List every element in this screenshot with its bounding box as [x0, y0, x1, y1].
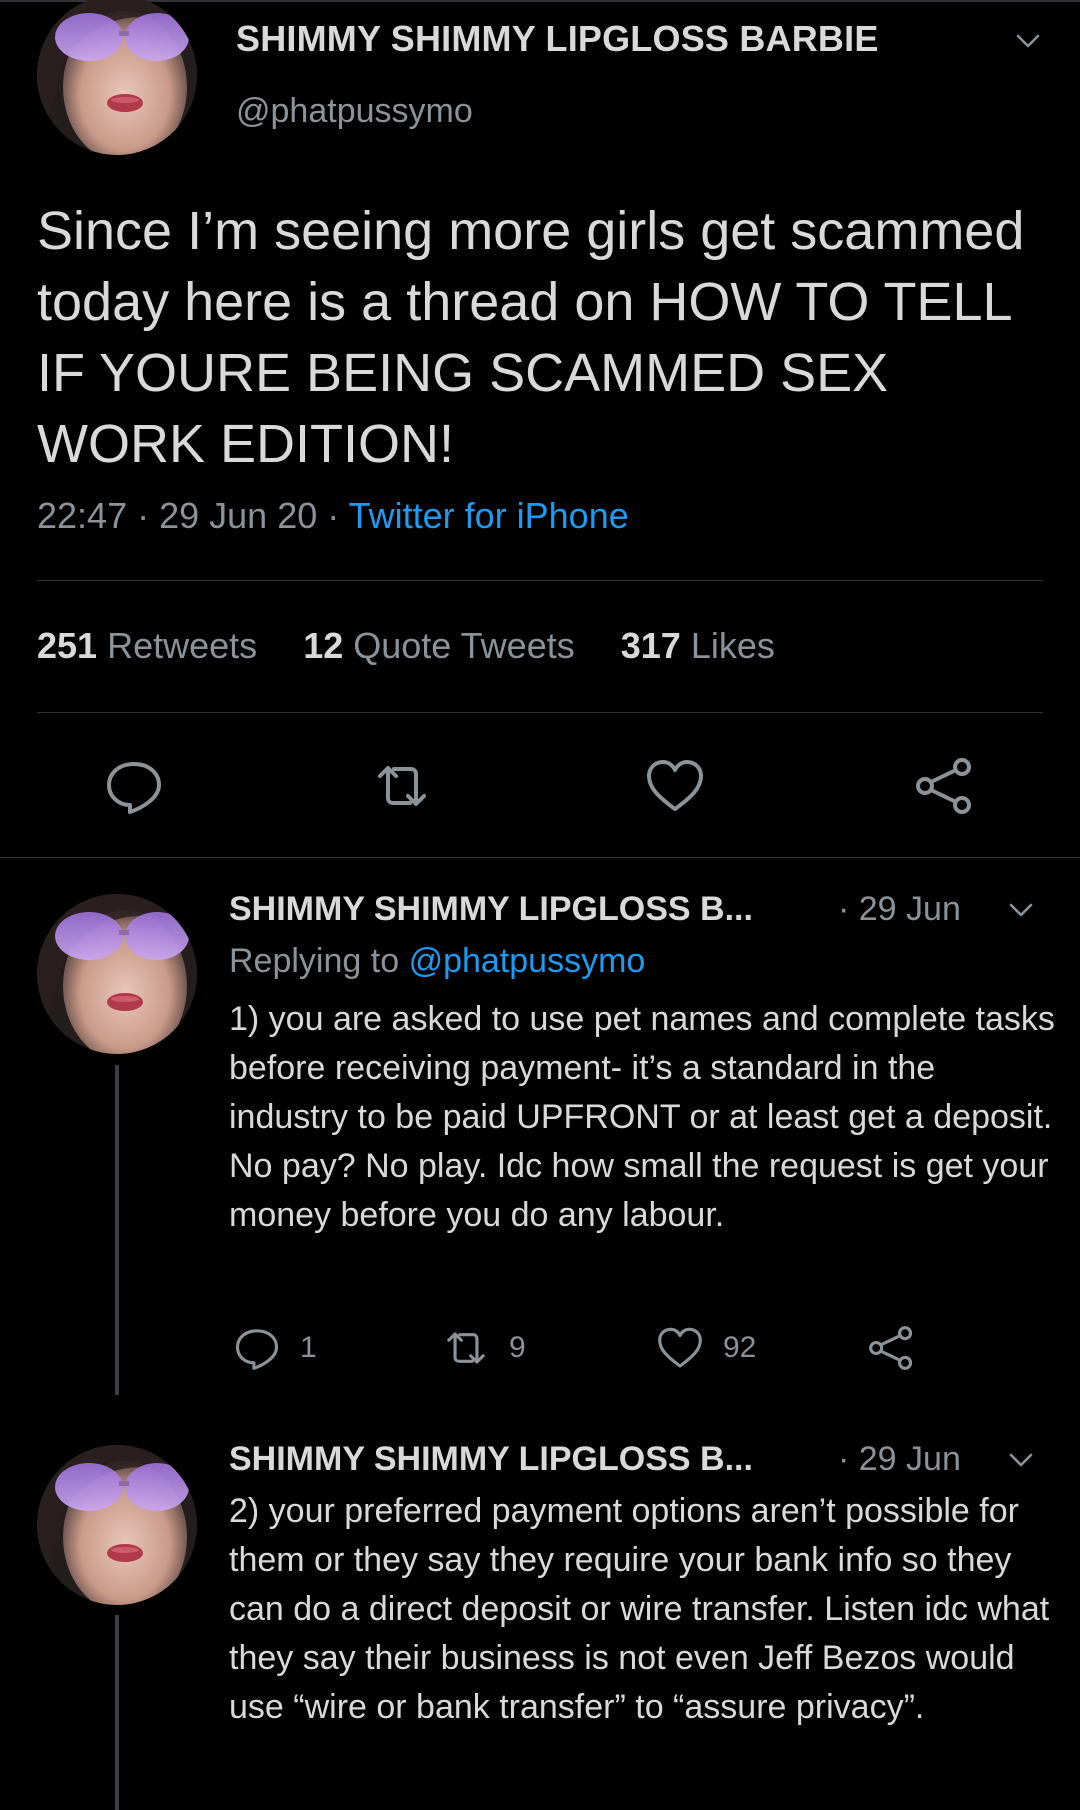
tweet-date[interactable]: · 29 Jun: [838, 1440, 961, 1479]
tweet-thread-page: SHIMMY SHIMMY LIPGLOSS BARBIE @phatpussy…: [0, 0, 1080, 1810]
tweet-time: 22:47: [37, 495, 128, 536]
avatar[interactable]: [37, 894, 197, 1054]
display-name[interactable]: SHIMMY SHIMMY LIPGLOSS B...: [229, 1440, 753, 1479]
retweets-label: Retweets: [107, 625, 258, 666]
quotes-label: Quote Tweets: [353, 625, 575, 666]
tweet-date[interactable]: · 29 Jun: [838, 890, 961, 929]
retweet-count: 9: [509, 1331, 526, 1364]
main-tweet[interactable]: SHIMMY SHIMMY LIPGLOSS BARBIE @phatpussy…: [0, 0, 1080, 857]
replying-prefix: Replying to: [229, 942, 400, 980]
share-icon[interactable]: [912, 754, 976, 818]
reply-text: 2) your preferred payment options aren’t…: [229, 1492, 1050, 1726]
handle[interactable]: @phatpussymo: [236, 92, 473, 131]
avatar[interactable]: [37, 1445, 197, 1605]
heart-icon[interactable]: [655, 1323, 705, 1373]
reply-count: 1: [300, 1331, 317, 1364]
quote-tweets-stat[interactable]: 12 Quote Tweets: [303, 625, 575, 666]
like-count: 92: [723, 1331, 757, 1364]
chevron-down-icon[interactable]: [1013, 26, 1043, 56]
chevron-down-icon[interactable]: [1006, 1445, 1036, 1475]
replying-handle-link[interactable]: @phatpussymo: [409, 942, 646, 980]
like-action[interactable]: 92: [655, 1323, 756, 1373]
tweet-date: 29 Jun 20: [159, 495, 318, 536]
divider: [37, 712, 1043, 713]
retweet-icon[interactable]: [441, 1323, 491, 1373]
reply-icon[interactable]: [102, 754, 166, 818]
display-name[interactable]: SHIMMY SHIMMY LIPGLOSS BARBIE: [236, 18, 879, 60]
reply-tweet[interactable]: SHIMMY SHIMMY LIPGLOSS B... · 29 Jun Rep…: [0, 857, 1080, 1407]
divider: [37, 580, 1043, 581]
likes-count: 317: [620, 625, 681, 666]
retweets-count: 251: [37, 625, 98, 666]
reply-tweet[interactable]: SHIMMY SHIMMY LIPGLOSS B... · 29 Jun 2) …: [0, 1407, 1080, 1810]
tweet-text: Since I’m seeing more girls get scammed …: [37, 201, 1025, 474]
replying-to: Replying to @phatpussymo: [229, 942, 645, 981]
display-name[interactable]: SHIMMY SHIMMY LIPGLOSS B...: [229, 890, 753, 929]
retweets-stat[interactable]: 251 Retweets: [37, 625, 257, 666]
heart-icon[interactable]: [643, 754, 707, 818]
reply-action[interactable]: 1: [232, 1323, 317, 1373]
meta-separator: ·: [327, 495, 349, 536]
reply-icon[interactable]: [232, 1323, 282, 1373]
share-action[interactable]: [866, 1323, 916, 1373]
avatar[interactable]: [37, 0, 197, 155]
reply-text: 1) you are asked to use pet names and co…: [229, 1000, 1055, 1234]
likes-label: Likes: [690, 625, 775, 666]
share-icon[interactable]: [866, 1323, 916, 1373]
likes-stat[interactable]: 317 Likes: [621, 625, 775, 666]
quotes-count: 12: [303, 625, 344, 666]
thread-line: [115, 1065, 119, 1395]
tweet-source-link[interactable]: Twitter for iPhone: [349, 495, 629, 536]
retweet-icon[interactable]: [370, 754, 434, 818]
chevron-down-icon[interactable]: [1006, 895, 1036, 925]
tweet-stats: 251 Retweets 12 Quote Tweets 317 Likes: [37, 625, 811, 667]
tweet-meta: 22:47 · 29 Jun 20 · Twitter for iPhone: [37, 495, 629, 537]
meta-separator: ·: [137, 495, 160, 536]
thread-line: [115, 1615, 119, 1810]
retweet-action[interactable]: 9: [441, 1323, 526, 1373]
